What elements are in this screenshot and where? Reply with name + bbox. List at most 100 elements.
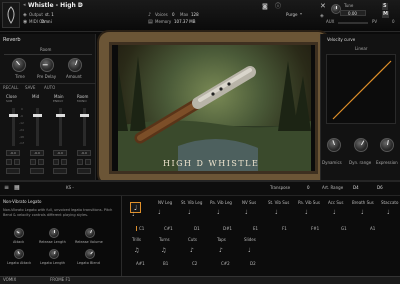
reverb-amount-knob[interactable] bbox=[68, 58, 82, 72]
reverb-room-label[interactable]: Room bbox=[40, 48, 51, 52]
note-icon: ♩ bbox=[361, 209, 364, 216]
articulation-nv-sus-label[interactable]: NV Sus bbox=[242, 201, 256, 205]
art-range-start[interactable]: D4 bbox=[353, 186, 359, 190]
channel-main-fader[interactable] bbox=[56, 108, 65, 146]
articulation-nv-leg-label[interactable]: NV Leg bbox=[158, 201, 172, 205]
channel-room-output[interactable] bbox=[77, 168, 91, 174]
release-length-knob[interactable] bbox=[49, 228, 59, 238]
note-icon: ♩ bbox=[305, 209, 308, 216]
velocity-curve-line bbox=[332, 60, 392, 120]
mute-button[interactable]: M bbox=[382, 11, 389, 18]
expression-knob[interactable] bbox=[380, 138, 394, 152]
keyswitch-e1: E1 bbox=[253, 226, 259, 231]
articulation-st-vib-leg-label[interactable]: St. Vib Leg bbox=[181, 201, 202, 205]
max-value[interactable]: 128 bbox=[191, 13, 199, 17]
channel-main-output[interactable] bbox=[53, 168, 67, 174]
keyswitch-a1: A1 bbox=[370, 226, 376, 231]
meter-label-12: -12 bbox=[19, 121, 24, 125]
articulation-st-vib-sus-label[interactable]: St. Vib Sus bbox=[268, 201, 289, 205]
leaf-icon bbox=[7, 6, 15, 24]
memory-value: 107.37 MB bbox=[174, 19, 196, 24]
keyswitch-c2: C2 bbox=[192, 261, 198, 266]
reverb-divider bbox=[4, 54, 92, 55]
purge-button[interactable]: Purge bbox=[286, 13, 297, 17]
channel-main-solo[interactable] bbox=[53, 159, 59, 165]
list-view-icon[interactable]: ≡ bbox=[4, 185, 9, 191]
reverb-title: Reverb bbox=[3, 37, 21, 43]
channel-mid-solo[interactable] bbox=[30, 159, 36, 165]
output-label: Output bbox=[29, 12, 43, 17]
velocity-curve-selector[interactable]: Linear bbox=[355, 47, 367, 51]
active-indicator bbox=[136, 226, 137, 231]
articulation-turns-label[interactable]: Turns bbox=[159, 238, 170, 242]
tab-save[interactable]: SAVE bbox=[25, 86, 35, 90]
meter-label-24: -24 bbox=[19, 128, 24, 132]
articulation-staccato-label[interactable]: Staccato bbox=[381, 201, 398, 205]
nav-right-arrow[interactable]: ▸ bbox=[80, 3, 83, 8]
channel-close-output[interactable] bbox=[6, 168, 20, 174]
channel-close-value[interactable]: -6.0 bbox=[6, 150, 20, 156]
legato-length-knob[interactable] bbox=[49, 249, 59, 259]
articulation-breath-sus-label[interactable]: Breath Sus bbox=[352, 201, 374, 205]
pan-slider[interactable] bbox=[338, 22, 368, 24]
grid-view-icon[interactable]: ▦ bbox=[14, 185, 20, 191]
reverb-time-knob[interactable] bbox=[12, 58, 26, 72]
keyswitch-cs2: C#2 bbox=[221, 261, 230, 266]
purge-dropdown-icon[interactable]: ▾ bbox=[300, 12, 302, 16]
channel-room-solo[interactable] bbox=[77, 159, 83, 165]
reverb-predelay-knob[interactable] bbox=[40, 58, 54, 72]
channel-room-fader[interactable] bbox=[80, 108, 89, 146]
legato-blend-knob[interactable] bbox=[85, 249, 95, 259]
channel-mid-fader[interactable] bbox=[33, 108, 42, 146]
solo-button[interactable]: S bbox=[382, 3, 388, 10]
tab-auto[interactable]: AUTO bbox=[44, 86, 55, 90]
keyswitch-b1: B1 bbox=[163, 261, 169, 266]
channel-room-value[interactable]: -6.0 bbox=[77, 150, 91, 156]
channel-close-fader[interactable] bbox=[9, 108, 18, 146]
voices-label: Voices bbox=[155, 12, 168, 17]
channel-mid-mute[interactable] bbox=[38, 159, 44, 165]
note-icon: ♪ bbox=[219, 247, 223, 254]
release-volume-knob[interactable] bbox=[85, 228, 95, 238]
tune-value-box[interactable]: 0.00 bbox=[340, 10, 366, 16]
articulation-pa-vib-sus-label[interactable]: Pa. Vib Sus bbox=[298, 201, 320, 205]
voices-value: 0 bbox=[172, 12, 175, 17]
voices-icon: ♪ bbox=[148, 12, 152, 18]
articulation-acc-sus-label[interactable]: Acc Sus bbox=[328, 201, 344, 205]
dynamics-knob[interactable] bbox=[327, 138, 341, 152]
articulation-slides-label[interactable]: Slides bbox=[244, 238, 256, 242]
snapshot-camera-icon[interactable]: ◙ bbox=[262, 4, 268, 10]
channel-mid-output[interactable] bbox=[30, 168, 44, 174]
aux-value: 0 bbox=[392, 19, 395, 24]
close-icon[interactable]: ✕ bbox=[320, 3, 326, 10]
midi-icon: ◉ bbox=[23, 19, 28, 25]
transpose-value[interactable]: 0 bbox=[307, 186, 310, 190]
instrument-title[interactable]: Whistle - High D bbox=[28, 3, 83, 9]
articulation-taps-label[interactable]: Taps bbox=[217, 238, 226, 242]
output-value[interactable]: st. 1 bbox=[45, 13, 54, 17]
attack-knob[interactable] bbox=[14, 228, 24, 238]
nav-left-arrow[interactable]: ◂ bbox=[23, 3, 26, 8]
channel-mid-value[interactable]: -6.0 bbox=[30, 150, 44, 156]
pan-left-label: AUX bbox=[326, 19, 335, 24]
velocity-curve-graph[interactable] bbox=[326, 54, 396, 124]
articulation-trills-label[interactable]: Trills bbox=[132, 238, 141, 242]
channel-room-mute[interactable] bbox=[85, 159, 91, 165]
keyswitch-label[interactable]: KS - bbox=[66, 186, 74, 190]
channel-close-mute[interactable] bbox=[14, 159, 20, 165]
articulation-grid: ♩ NV Leg St. Vib Leg Pa. Vib Leg NV Sus … bbox=[122, 196, 400, 276]
midi-value[interactable]: Omni bbox=[41, 20, 52, 24]
dyn-range-knob[interactable] bbox=[354, 138, 368, 152]
articulation-pa-vib-leg-label[interactable]: Pa. Vib Leg bbox=[210, 201, 232, 205]
channel-main-mute[interactable] bbox=[61, 159, 67, 165]
articulation-cuts-label[interactable]: Cuts bbox=[188, 238, 197, 242]
tab-recall[interactable]: RECALL bbox=[3, 86, 18, 90]
note-icon: ♩ bbox=[248, 247, 251, 254]
legato-attack-knob[interactable] bbox=[14, 249, 24, 259]
art-range-end[interactable]: D6 bbox=[377, 186, 383, 190]
channel-main-value[interactable]: -6.0 bbox=[53, 150, 67, 156]
articulation-toolbar: ≡ ▦ KS - Transpose 0 Art. Range D4 D6 bbox=[0, 182, 400, 196]
channel-close-solo[interactable] bbox=[6, 159, 12, 165]
info-icon[interactable]: ⓘ bbox=[275, 4, 281, 10]
ornate-frame bbox=[99, 32, 328, 184]
